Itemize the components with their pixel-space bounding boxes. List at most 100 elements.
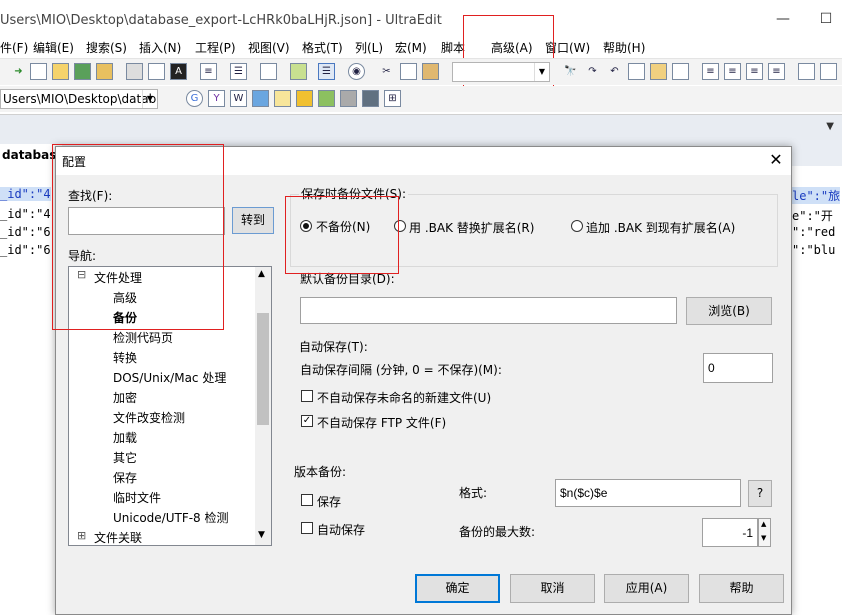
google-search-icon[interactable]: G xyxy=(186,90,203,107)
radio-bak-append[interactable] xyxy=(571,220,583,232)
spin-down-icon[interactable]: ▼ xyxy=(761,534,766,542)
radio-bak-replace[interactable] xyxy=(394,220,406,232)
spin-up-icon[interactable]: ▲ xyxy=(761,520,766,528)
nav-item-encryption[interactable]: 加密 xyxy=(113,388,137,408)
copy-icon[interactable] xyxy=(400,63,417,80)
nav-item-temp-files[interactable]: 临时文件 xyxy=(113,488,161,508)
format-help-button[interactable]: ? xyxy=(748,480,772,507)
tree-expand-icon[interactable]: ⊞ xyxy=(77,529,86,542)
align-left-icon[interactable]: ≡ xyxy=(702,63,719,80)
window-split-icon[interactable] xyxy=(798,63,815,80)
menu-window[interactable]: 窗口(W) xyxy=(545,38,590,58)
apply-button[interactable]: 应用(A) xyxy=(604,574,689,603)
scroll-up-icon[interactable]: ▲ xyxy=(258,269,265,279)
menu-insert[interactable]: 插入(N) xyxy=(139,38,181,58)
bookmark-icon[interactable] xyxy=(650,63,667,80)
menu-help[interactable]: 帮助(H) xyxy=(603,38,645,58)
image-search-icon[interactable] xyxy=(362,90,379,107)
justify-icon[interactable]: ≡ xyxy=(768,63,785,80)
menu-macro[interactable]: 宏(M) xyxy=(395,38,427,58)
print-icon[interactable] xyxy=(126,63,143,80)
nav-item-unicode-detect[interactable]: Unicode/UTF-8 检测 xyxy=(113,508,229,528)
tool-search-icon[interactable] xyxy=(296,90,313,107)
help-button[interactable]: 帮助 xyxy=(699,574,784,603)
nav-item-detect-codepage[interactable]: 检测代码页 xyxy=(113,328,173,348)
help-search-icon[interactable] xyxy=(274,90,291,107)
paste-icon[interactable] xyxy=(422,63,439,80)
close-icon[interactable]: ✕ xyxy=(767,151,785,169)
menu-format[interactable]: 格式(T) xyxy=(302,38,343,58)
checkbox-no-autosave-ftp[interactable]: ✓ xyxy=(301,415,313,427)
line-numbers-icon[interactable]: ☰ xyxy=(318,63,335,80)
menu-view[interactable]: 视图(V) xyxy=(248,38,290,58)
font-icon[interactable]: A xyxy=(170,63,187,80)
format-input[interactable] xyxy=(555,479,741,507)
cancel-button[interactable]: 取消 xyxy=(510,574,595,603)
nav-item-save[interactable]: 保存 xyxy=(113,468,137,488)
hex-icon[interactable] xyxy=(260,63,277,80)
find-input[interactable] xyxy=(68,207,225,235)
web-search-icon[interactable] xyxy=(252,90,269,107)
align-center-icon[interactable]: ≡ xyxy=(724,63,741,80)
default-dir-input[interactable] xyxy=(300,297,677,324)
find-icon[interactable]: 🔭 xyxy=(562,63,579,80)
scroll-down-icon[interactable]: ▼ xyxy=(258,530,265,540)
nav-item-file-handling[interactable]: 文件处理 xyxy=(94,268,142,288)
wikipedia-icon[interactable]: W xyxy=(230,90,247,107)
print-preview-icon[interactable] xyxy=(148,63,165,80)
windows-search-icon[interactable]: ⊞ xyxy=(384,90,401,107)
clipboard-combo[interactable]: ▼ xyxy=(452,62,550,82)
menu-column[interactable]: 列(L) xyxy=(355,38,383,58)
menu-search[interactable]: 搜索(S) xyxy=(86,38,127,58)
align-right-icon[interactable]: ≡ xyxy=(746,63,763,80)
nav-item-other[interactable]: 其它 xyxy=(113,448,137,468)
menu-edit[interactable]: 编辑(E) xyxy=(33,38,74,58)
cut-icon[interactable]: ✂ xyxy=(378,63,395,80)
radio-no-backup[interactable] xyxy=(300,220,312,232)
replace-icon[interactable] xyxy=(628,63,645,80)
nav-item-convert[interactable]: 转换 xyxy=(113,348,137,368)
yahoo-search-icon[interactable]: Y xyxy=(208,90,225,107)
browser-icon[interactable]: ◉ xyxy=(348,63,365,80)
nav-item-advanced[interactable]: 高级 xyxy=(113,288,137,308)
php-search-icon[interactable] xyxy=(340,90,357,107)
wordwrap-icon[interactable]: ≡ xyxy=(200,63,217,80)
max-backups-spinner[interactable]: ▲ ▼ xyxy=(758,518,771,547)
nav-scrollbar[interactable]: ▲ ▼ xyxy=(255,267,271,545)
open-folder-icon[interactable] xyxy=(52,63,69,80)
column-mode-icon[interactable] xyxy=(290,63,307,80)
nav-item-backup[interactable]: 备份 xyxy=(113,308,137,328)
ok-button[interactable]: 确定 xyxy=(415,574,500,603)
tab-database[interactable]: database xyxy=(0,144,65,166)
checkbox-version-save[interactable] xyxy=(301,494,313,506)
path-combo[interactable]: Users\MIO\Desktop\datab ▼ xyxy=(0,89,158,109)
goto-button[interactable]: 转到 xyxy=(232,207,274,234)
find-next-icon[interactable]: ↷ xyxy=(584,63,601,80)
nav-item-file-association[interactable]: 文件关联 xyxy=(94,528,142,545)
asp-search-icon[interactable] xyxy=(318,90,335,107)
nav-item-dos-unix-mac[interactable]: DOS/Unix/Mac 处理 xyxy=(113,368,226,388)
arrow-right-icon[interactable]: ➜ xyxy=(10,63,27,80)
minimize-button[interactable]: — xyxy=(772,10,794,28)
new-file-icon[interactable] xyxy=(30,63,47,80)
browse-button[interactable]: 浏览(B) xyxy=(686,297,772,325)
tree-collapse-icon[interactable]: ⊟ xyxy=(77,268,86,281)
nav-item-load[interactable]: 加载 xyxy=(113,428,137,448)
scroll-thumb[interactable] xyxy=(257,313,269,425)
goto-icon[interactable] xyxy=(672,63,689,80)
menu-script[interactable]: 脚本 xyxy=(441,38,465,58)
menu-project[interactable]: 工程(P) xyxy=(195,38,236,58)
menu-file[interactable]: 件(F) xyxy=(0,38,28,58)
window-tile-icon[interactable] xyxy=(820,63,837,80)
band-dropdown-icon[interactable]: ▼ xyxy=(826,121,834,132)
max-backups-input[interactable] xyxy=(702,518,758,547)
checkbox-no-autosave-unnamed[interactable] xyxy=(301,390,313,402)
checkbox-version-autosave[interactable] xyxy=(301,522,313,534)
list-icon[interactable]: ☰ xyxy=(230,63,247,80)
maximize-button[interactable]: ☐ xyxy=(815,10,837,28)
autosave-interval-input[interactable] xyxy=(703,353,773,383)
menu-advanced[interactable]: 高级(A) xyxy=(491,38,533,58)
nav-item-file-change-detect[interactable]: 文件改变检测 xyxy=(113,408,185,428)
find-prev-icon[interactable]: ↶ xyxy=(606,63,623,80)
save-all-icon[interactable] xyxy=(96,63,113,80)
